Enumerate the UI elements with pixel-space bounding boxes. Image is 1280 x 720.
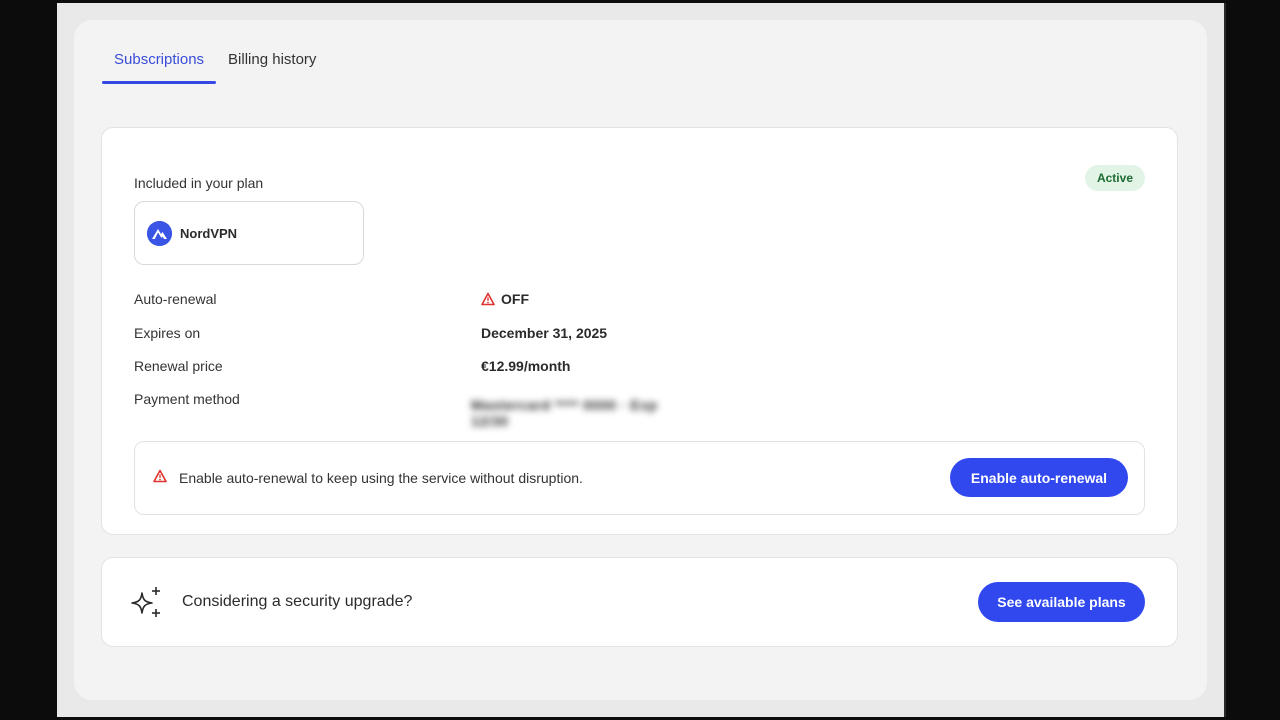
detail-value: €12.99/month bbox=[481, 358, 571, 374]
auto-renewal-status: OFF bbox=[501, 291, 529, 307]
tab-bar: Subscriptions Billing history bbox=[102, 48, 328, 84]
warning-triangle-icon bbox=[481, 292, 495, 306]
auto-renewal-notice: Enable auto-renewal to keep using the se… bbox=[134, 441, 1145, 515]
payment-method-value: Mastercard **** 0000 · Exp 12/30 bbox=[471, 397, 658, 429]
detail-label: Renewal price bbox=[134, 358, 223, 374]
detail-label: Payment method bbox=[134, 391, 240, 407]
detail-row-renewal-price: Renewal price €12.99/month bbox=[134, 358, 694, 378]
notice-text: Enable auto-renewal to keep using the se… bbox=[179, 470, 583, 486]
nordvpn-mountain-icon bbox=[147, 220, 172, 246]
product-tile[interactable]: NordVPN bbox=[134, 201, 364, 265]
detail-row-expires-on: Expires on December 31, 2025 bbox=[134, 325, 694, 345]
window-edge bbox=[1224, 3, 1226, 717]
upgrade-prompt: Considering a security upgrade? bbox=[182, 593, 413, 610]
tab-subscriptions[interactable]: Subscriptions bbox=[102, 48, 217, 84]
detail-label: Expires on bbox=[134, 325, 201, 341]
product-name: NordVPN bbox=[180, 225, 238, 241]
warning-triangle-icon bbox=[153, 469, 167, 483]
included-in-plan-label: Included in your plan bbox=[134, 175, 264, 191]
tab-billing-history[interactable]: Billing history bbox=[216, 48, 328, 84]
upgrade-card: Considering a security upgrade? See avai… bbox=[101, 557, 1178, 647]
detail-row-auto-renewal: Auto-renewal OFF bbox=[134, 291, 694, 311]
detail-label: Auto-renewal bbox=[134, 291, 217, 307]
detail-value: December 31, 2025 bbox=[481, 325, 608, 341]
subscriptions-panel: Subscriptions Billing history Included i… bbox=[74, 20, 1207, 700]
detail-value: OFF bbox=[481, 291, 529, 307]
detail-row-payment-method: Payment method Mastercard **** 0000 · Ex… bbox=[134, 391, 694, 429]
see-available-plans-button[interactable]: See available plans bbox=[978, 582, 1145, 622]
enable-auto-renewal-button[interactable]: Enable auto-renewal bbox=[950, 458, 1128, 497]
plan-card: Included in your plan Active NordVPN Aut… bbox=[101, 127, 1178, 535]
status-badge: Active bbox=[1084, 165, 1145, 191]
sparkle-icon bbox=[131, 587, 160, 617]
